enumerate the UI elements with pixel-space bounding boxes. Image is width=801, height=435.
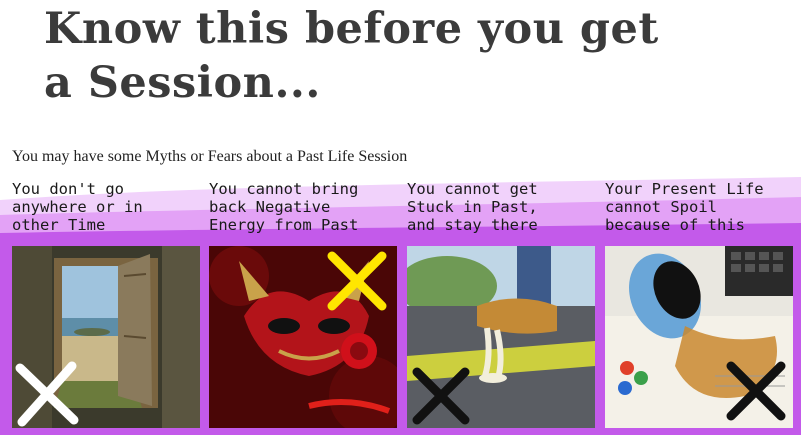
myth-card-3: You cannot get Stuck in Past, and stay t… [407, 180, 595, 236]
intro-text: You may have some Myths or Fears about a… [12, 148, 408, 165]
cross-mark-icon [726, 361, 786, 421]
myth-card-1: You don't go anywhere or in other Time [12, 180, 200, 236]
card-caption: You cannot bring back Negative Energy fr… [209, 180, 359, 234]
cross-mark-icon [412, 367, 470, 425]
card-caption: You don't go anywhere or in other Time [12, 180, 143, 234]
spilled-coffee-image [605, 246, 793, 428]
card-caption: Your Present Life cannot Spoil because o… [605, 180, 764, 234]
myth-card-2: You cannot bring back Negative Energy fr… [209, 180, 397, 236]
devil-mask-image [209, 246, 397, 428]
cross-mark-icon [327, 251, 387, 311]
page-title: Know this before you get a Session... [44, 4, 659, 108]
cross-mark-icon [15, 361, 79, 427]
card-caption: You cannot get Stuck in Past, and stay t… [407, 180, 538, 234]
myth-card-4: Your Present Life cannot Spoil because o… [605, 180, 793, 236]
shoe-gum-image [407, 246, 595, 428]
door-seashore-image [12, 246, 200, 428]
